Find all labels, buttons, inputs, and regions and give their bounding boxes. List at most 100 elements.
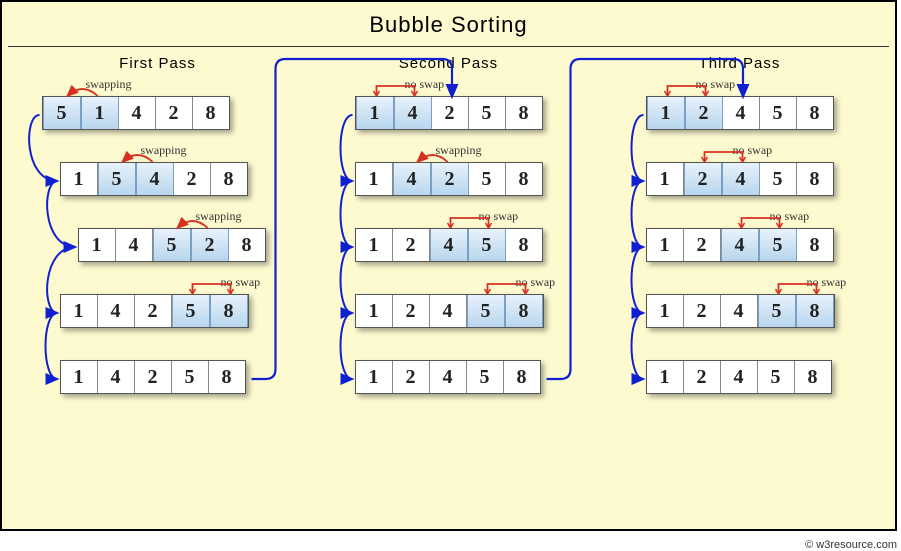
array-cell: 5 xyxy=(172,295,210,327)
array-row: 12458 xyxy=(646,228,834,262)
array-cell: 1 xyxy=(356,97,394,129)
swap-label: swapping xyxy=(141,143,187,158)
array-state: no swap12458 xyxy=(355,228,543,262)
array-state: no swap12458 xyxy=(646,96,834,130)
array-cell: 5 xyxy=(469,163,506,195)
array-cell: 2 xyxy=(191,229,229,261)
array-cell: 8 xyxy=(504,361,540,393)
array-cell: 2 xyxy=(393,229,430,261)
array-cell: 4 xyxy=(430,295,467,327)
noswap-label: no swap xyxy=(807,275,847,290)
array-row: 12458 xyxy=(355,228,543,262)
array-row: 12458 xyxy=(646,162,834,196)
array-cell: 4 xyxy=(98,361,135,393)
array-cell: 5 xyxy=(153,229,191,261)
array-cell: 8 xyxy=(797,97,833,129)
noswap-label: no swap xyxy=(516,275,556,290)
array-cell: 5 xyxy=(98,163,136,195)
array-cell: 4 xyxy=(430,361,467,393)
array-cell: 1 xyxy=(647,229,684,261)
array-cell: 2 xyxy=(393,361,430,393)
array-row: 12458 xyxy=(355,360,541,394)
array-cell: 8 xyxy=(797,229,833,261)
array-cell: 5 xyxy=(760,163,797,195)
array-state: 14258 xyxy=(60,360,246,394)
array-cell: 4 xyxy=(394,97,432,129)
array-row: 14258 xyxy=(60,360,246,394)
array-cell: 5 xyxy=(467,361,504,393)
array-state: no swap14258 xyxy=(355,96,543,130)
array-row: 51428 xyxy=(42,96,230,130)
noswap-label: no swap xyxy=(696,77,736,92)
array-cell: 4 xyxy=(721,295,758,327)
array-row: 12458 xyxy=(646,96,834,130)
array-cell: 4 xyxy=(723,97,760,129)
array-state: no swap12458 xyxy=(646,228,834,262)
array-cell: 2 xyxy=(432,97,469,129)
array-cell: 5 xyxy=(469,97,506,129)
array-cell: 2 xyxy=(684,361,721,393)
array-state: swapping15428 xyxy=(60,162,248,196)
array-state: no swap12458 xyxy=(355,294,544,328)
array-cell: 2 xyxy=(393,295,430,327)
array-row: 14258 xyxy=(355,96,543,130)
array-cell: 8 xyxy=(795,361,831,393)
array-cell: 1 xyxy=(647,361,684,393)
swap-label: swapping xyxy=(86,77,132,92)
array-cell: 5 xyxy=(760,97,797,129)
array-cell: 4 xyxy=(98,295,135,327)
noswap-label: no swap xyxy=(733,143,773,158)
array-cell: 8 xyxy=(506,229,542,261)
array-cell: 2 xyxy=(135,295,172,327)
array-cell: 4 xyxy=(136,163,174,195)
array-state: no swap12458 xyxy=(646,294,835,328)
array-state: swapping14528 xyxy=(78,228,266,262)
noswap-label: no swap xyxy=(405,77,445,92)
array-cell: 5 xyxy=(758,361,795,393)
array-cell: 1 xyxy=(356,361,393,393)
array-cell: 5 xyxy=(468,229,506,261)
array-cell: 2 xyxy=(684,163,722,195)
array-cell: 8 xyxy=(210,295,248,327)
array-cell: 5 xyxy=(172,361,209,393)
array-cell: 1 xyxy=(647,295,684,327)
array-cell: 8 xyxy=(193,97,229,129)
array-cell: 1 xyxy=(79,229,116,261)
credit: © w3resource.com xyxy=(805,539,897,551)
array-row: 14528 xyxy=(78,228,266,262)
array-cell: 5 xyxy=(759,229,797,261)
array-cell: 2 xyxy=(156,97,193,129)
array-cell: 4 xyxy=(722,163,760,195)
noswap-label: no swap xyxy=(221,275,261,290)
array-cell: 1 xyxy=(61,163,98,195)
pass-column-2: Second Passno swap14258swapping14258no s… xyxy=(309,55,589,394)
array-row: 12458 xyxy=(355,294,544,328)
array-cell: 1 xyxy=(356,163,393,195)
array-row: 14258 xyxy=(355,162,543,196)
array-cell: 4 xyxy=(119,97,156,129)
columns: First Passswapping51428swapping15428swap… xyxy=(2,55,895,394)
divider xyxy=(8,46,889,47)
array-cell: 1 xyxy=(81,97,119,129)
array-cell: 1 xyxy=(61,361,98,393)
pass-column-3: Third Passno swap12458no swap12458no swa… xyxy=(600,55,880,394)
array-row: 15428 xyxy=(60,162,248,196)
array-cell: 2 xyxy=(684,295,721,327)
array-cell: 2 xyxy=(684,229,721,261)
swap-label: swapping xyxy=(436,143,482,158)
array-cell: 8 xyxy=(796,295,834,327)
array-cell: 4 xyxy=(721,361,758,393)
pass-column-1: First Passswapping51428swapping15428swap… xyxy=(18,55,298,394)
array-cell: 1 xyxy=(647,97,685,129)
array-cell: 1 xyxy=(647,163,684,195)
diagram-container: Bubble Sorting First Passswapping51428sw… xyxy=(0,0,897,531)
pass-label: Third Pass xyxy=(699,55,781,72)
array-cell: 8 xyxy=(797,163,833,195)
array-cell: 4 xyxy=(430,229,468,261)
array-cell: 8 xyxy=(229,229,265,261)
array-cell: 1 xyxy=(356,229,393,261)
array-cell: 8 xyxy=(506,97,542,129)
array-cell: 5 xyxy=(43,97,81,129)
array-cell: 2 xyxy=(135,361,172,393)
array-cell: 4 xyxy=(721,229,759,261)
